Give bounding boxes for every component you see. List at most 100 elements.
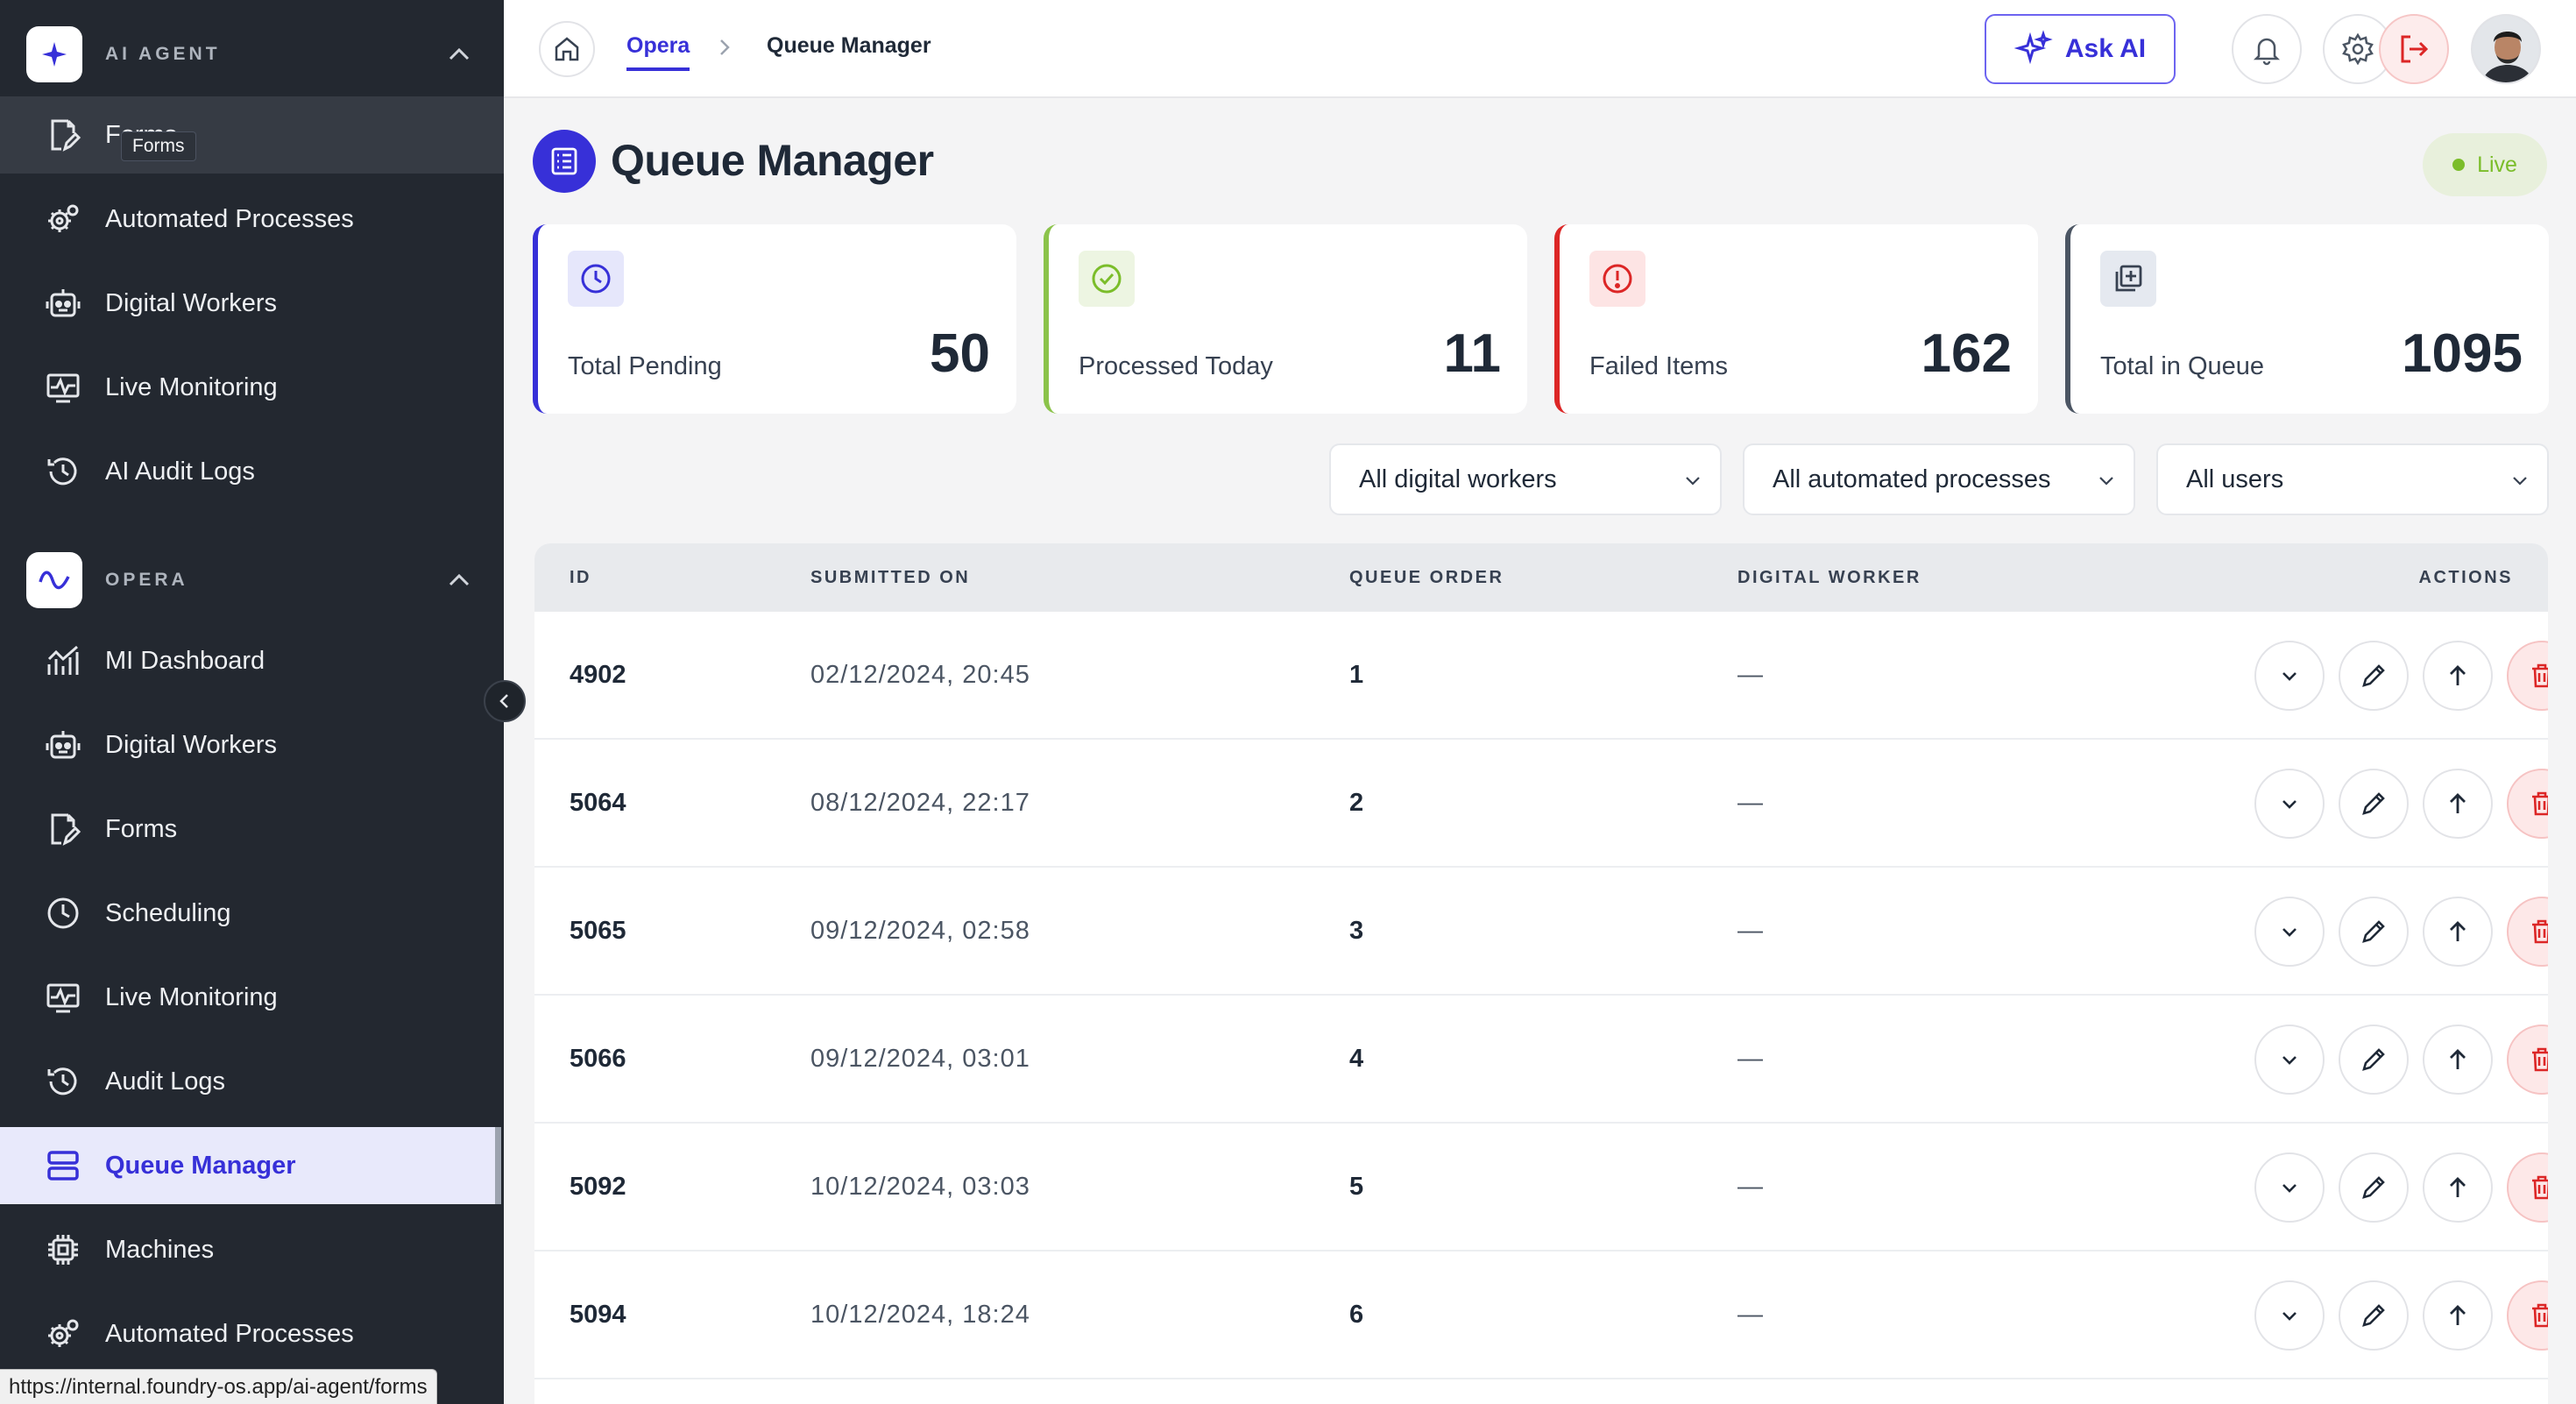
trash-icon (2532, 791, 2548, 816)
delete-button[interactable] (2507, 769, 2548, 839)
cell-id: 4902 (570, 661, 626, 689)
home-button[interactable] (539, 21, 595, 77)
edit-button[interactable] (2339, 641, 2409, 711)
chevron-right-icon (720, 39, 730, 55)
logout-button[interactable] (2379, 14, 2449, 84)
form-edit-icon (44, 116, 82, 154)
move-up-button[interactable] (2423, 1280, 2493, 1351)
sidebar-item-audit-logs[interactable]: Audit Logs (0, 1043, 504, 1120)
sidebar-item-automated-processes[interactable]: Automated Processes (0, 1295, 504, 1372)
selected-indicator (495, 1127, 501, 1204)
logout-icon (2401, 35, 2429, 63)
delete-button[interactable] (2507, 1152, 2548, 1223)
add-layers-icon (2100, 251, 2156, 307)
table-row[interactable]: 5064 08/12/2024, 22:17 2 — (534, 740, 2548, 868)
stat-value: 1095 (2402, 323, 2523, 384)
stat-label: Failed Items (1589, 352, 1728, 380)
chevron-up-icon[interactable] (445, 566, 473, 594)
cell-queue-order: 5 (1349, 1173, 1364, 1201)
table-row[interactable]: 5092 10/12/2024, 03:03 5 — (534, 1124, 2548, 1252)
arrow-up-icon (2450, 665, 2466, 685)
monitor-icon (44, 978, 82, 1017)
delete-button[interactable] (2507, 1025, 2548, 1095)
section-header-opera[interactable]: OPERA (26, 552, 473, 608)
sidebar-item-ai-audit-logs[interactable]: AI Audit Logs (0, 433, 504, 510)
table-row[interactable]: 5065 09/12/2024, 02:58 3 — (534, 868, 2548, 996)
chevron-up-icon[interactable] (445, 40, 473, 68)
sidebar-item-live-monitoring[interactable]: Live Monitoring (0, 959, 504, 1036)
sidebar-item-digital-workers[interactable]: Digital Workers (0, 706, 504, 784)
move-down-button[interactable] (2254, 1280, 2325, 1351)
chevron-down-icon (2099, 477, 2113, 486)
sparkles-icon (2013, 30, 2053, 65)
robot-icon (44, 284, 82, 323)
stat-card-processed-today: Processed Today 11 (1044, 224, 1527, 414)
cell-id: 5064 (570, 789, 626, 817)
live-label: Live (2477, 152, 2517, 177)
pencil-icon (2362, 792, 2385, 815)
arrow-up-icon (2450, 793, 2466, 813)
edit-button[interactable] (2339, 1152, 2409, 1223)
move-up-button[interactable] (2423, 1152, 2493, 1223)
pencil-icon (2362, 920, 2385, 943)
sidebar-item-live-monitoring[interactable]: Live Monitoring (0, 349, 504, 426)
move-down-button[interactable] (2254, 641, 2325, 711)
table-row[interactable]: 5094 10/12/2024, 18:24 6 — (534, 1252, 2548, 1379)
delete-button[interactable] (2507, 641, 2548, 711)
edit-button[interactable] (2339, 897, 2409, 967)
pencil-icon (2362, 1048, 2385, 1071)
chevron-down-icon (2282, 928, 2296, 937)
sidebar-item-automated-processes[interactable]: Automated Processes (0, 181, 504, 258)
sidebar-item-scheduling[interactable]: Scheduling (0, 875, 504, 952)
chevron-down-icon (2282, 1056, 2296, 1065)
digital-worker-filter[interactable]: All digital workers (1329, 443, 1722, 515)
section-header-ai-agent[interactable]: AI AGENT (26, 26, 473, 82)
notifications-button[interactable] (2232, 14, 2302, 84)
column-header-queue-order[interactable]: QUEUE ORDER (1349, 568, 1504, 588)
avatar[interactable] (2471, 14, 2541, 84)
sidebar-item-label: Automated Processes (105, 1319, 354, 1348)
move-down-button[interactable] (2254, 1025, 2325, 1095)
live-dot-icon (2452, 159, 2466, 171)
user-filter[interactable]: All users (2156, 443, 2549, 515)
breadcrumb-opera[interactable]: Opera (626, 33, 690, 71)
ask-ai-button[interactable]: Ask AI (1985, 14, 2176, 84)
trash-icon (2532, 1175, 2548, 1200)
delete-button[interactable] (2507, 1280, 2548, 1351)
sidebar-item-label: Forms (105, 814, 178, 843)
sidebar-item-queue-manager[interactable]: Queue Manager (0, 1127, 495, 1204)
move-up-button[interactable] (2423, 641, 2493, 711)
chart-icon (44, 642, 82, 680)
move-up-button[interactable] (2423, 897, 2493, 967)
column-header-digital-worker[interactable]: DIGITAL WORKER (1737, 568, 1921, 588)
stat-label: Processed Today (1079, 352, 1273, 380)
sidebar-item-machines[interactable]: Machines (0, 1211, 504, 1288)
collapse-sidebar-button[interactable] (484, 680, 526, 722)
sidebar-item-label: Digital Workers (105, 288, 278, 317)
move-up-button[interactable] (2423, 769, 2493, 839)
sidebar-item-digital-workers[interactable]: Digital Workers (0, 265, 504, 342)
sidebar-item-label: Audit Logs (105, 1067, 226, 1096)
move-down-button[interactable] (2254, 1152, 2325, 1223)
list-icon (533, 130, 596, 193)
column-header-actions: ACTIONS (2418, 568, 2513, 587)
automated-process-filter[interactable]: All automated processes (1743, 443, 2135, 515)
filter-value: All users (2186, 464, 2284, 493)
sidebar-item-forms[interactable]: Forms (0, 791, 504, 868)
column-header-id[interactable]: ID (570, 568, 591, 588)
sidebar-item-mi-dashboard[interactable]: MI Dashboard (0, 622, 504, 699)
queue-table: ID SUBMITTED ON QUEUE ORDER DIGITAL WORK… (534, 543, 2548, 1404)
delete-button[interactable] (2507, 897, 2548, 967)
edit-button[interactable] (2339, 769, 2409, 839)
sidebar-item-forms[interactable]: Forms (0, 96, 504, 174)
cell-queue-order: 2 (1349, 789, 1364, 817)
column-header-submitted-on[interactable]: SUBMITTED ON (810, 568, 970, 588)
table-row[interactable]: 4902 02/12/2024, 20:45 1 — (534, 612, 2548, 740)
move-down-button[interactable] (2254, 897, 2325, 967)
edit-button[interactable] (2339, 1025, 2409, 1095)
move-down-button[interactable] (2254, 769, 2325, 839)
table-row[interactable]: 5066 09/12/2024, 03:01 4 — (534, 996, 2548, 1124)
move-up-button[interactable] (2423, 1025, 2493, 1095)
edit-button[interactable] (2339, 1280, 2409, 1351)
chevron-down-icon (2282, 1184, 2296, 1193)
